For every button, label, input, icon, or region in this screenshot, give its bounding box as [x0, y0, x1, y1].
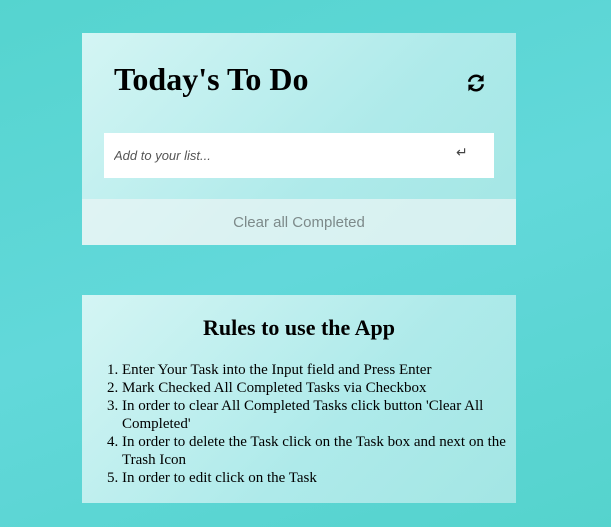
refresh-icon[interactable] — [466, 73, 486, 93]
enter-icon[interactable]: ↵ — [456, 145, 468, 161]
add-task-row: ↵ — [104, 133, 494, 178]
rule-item: Mark Checked All Completed Tasks via Che… — [122, 379, 510, 397]
rule-item: In order to edit click on the Task — [122, 469, 510, 487]
rule-item: In order to delete the Task click on the… — [122, 433, 510, 469]
rule-item: Enter Your Task into the Input field and… — [122, 361, 510, 379]
rules-list: Enter Your Task into the Input field and… — [82, 361, 510, 487]
add-task-input[interactable] — [104, 133, 444, 178]
clear-completed-button[interactable]: Clear all Completed — [82, 199, 516, 245]
todo-card: Today's To Do ↵ Clear all Completed — [82, 33, 516, 245]
rule-item: In order to clear All Completed Tasks cl… — [122, 397, 510, 433]
rules-title: Rules to use the App — [203, 315, 395, 340]
page-title: Today's To Do — [114, 61, 309, 97]
rules-card: Rules to use the App Enter Your Task int… — [82, 295, 516, 503]
